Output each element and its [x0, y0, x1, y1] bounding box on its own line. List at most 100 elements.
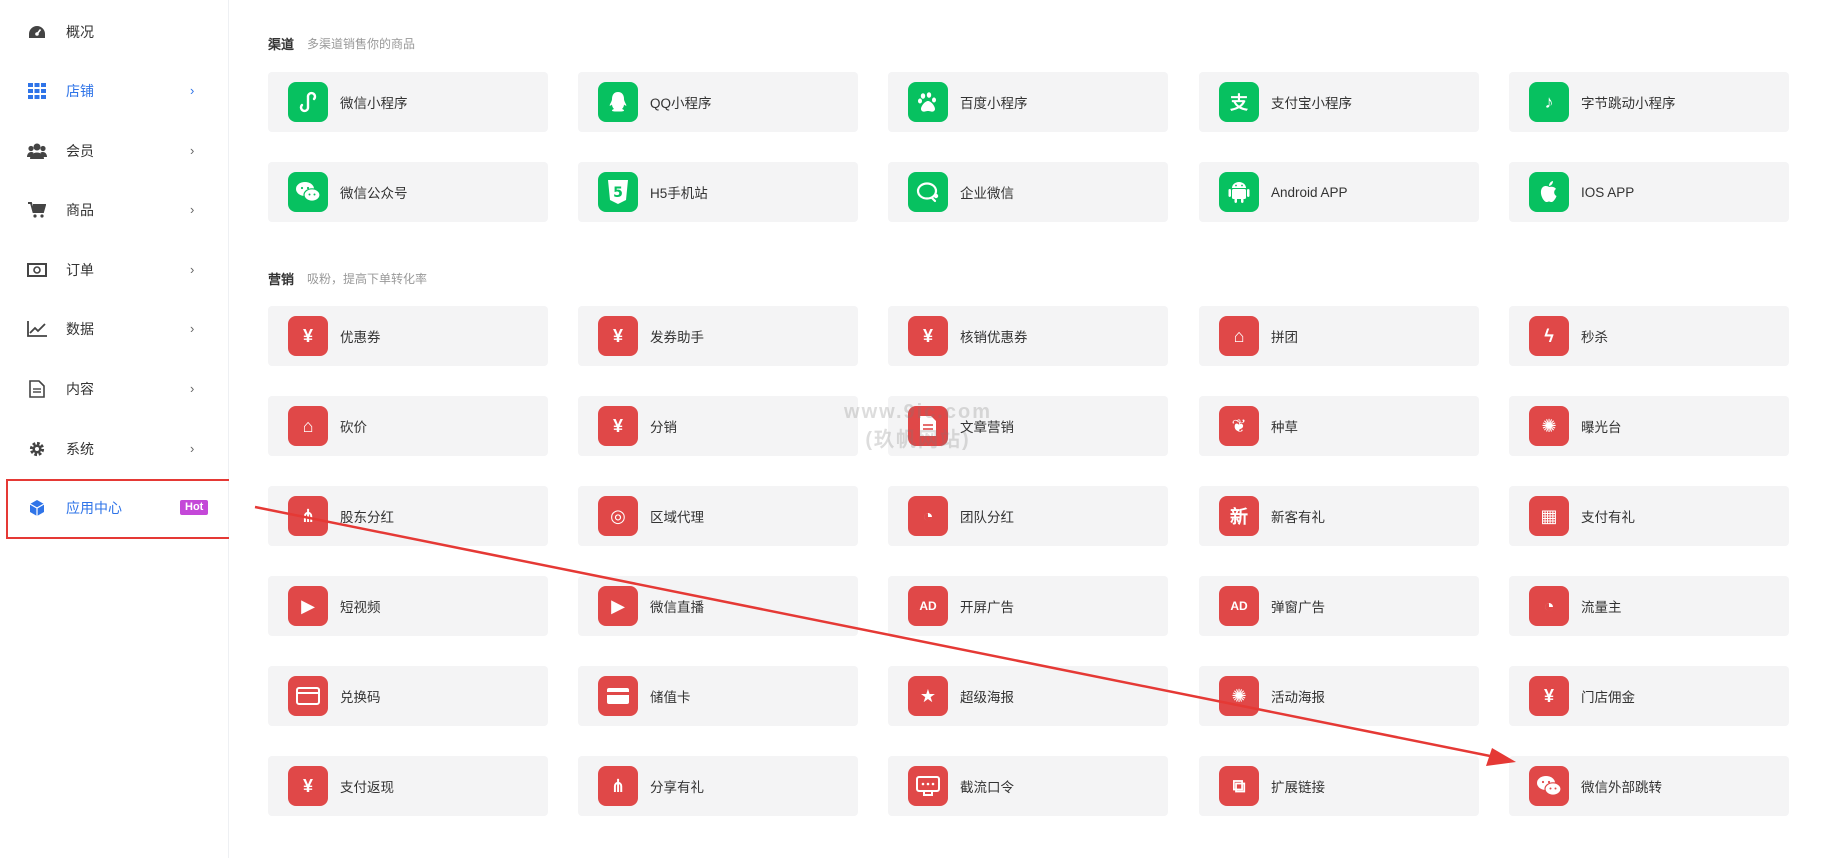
- app-card-shareholder-dividend[interactable]: ⋔ 股东分红: [268, 486, 548, 546]
- coupon-icon: ¥: [288, 316, 328, 356]
- app-card-label: 扩展链接: [1271, 780, 1325, 795]
- apple-icon: [1529, 172, 1569, 212]
- users-icon: [26, 140, 48, 162]
- app-card-seeding[interactable]: ❦ 种草: [1199, 396, 1479, 456]
- app-card-regional-agent[interactable]: ◎ 区域代理: [578, 486, 858, 546]
- qq-icon: [598, 82, 638, 122]
- html5-icon: 5: [598, 172, 638, 212]
- app-card-wechat-official-account[interactable]: 微信公众号: [268, 162, 548, 222]
- sidebar-item-label: 店铺: [66, 82, 94, 99]
- app-card-label: QQ小程序: [650, 96, 712, 111]
- app-card-label: 超级海报: [960, 690, 1014, 705]
- chevron-right-icon: ›: [190, 202, 195, 217]
- app-card-intercept-password[interactable]: 截流口令: [888, 756, 1168, 816]
- app-card-flash-sale[interactable]: ϟ 秒杀: [1509, 306, 1789, 366]
- chevron-right-icon: ›: [190, 381, 195, 396]
- app-card-super-poster[interactable]: ★ 超级海报: [888, 666, 1168, 726]
- app-card-bargain[interactable]: ⌂ 砍价: [268, 396, 548, 456]
- app-card-payment-cashback[interactable]: ¥ 支付返现: [268, 756, 548, 816]
- app-card-popup-ad[interactable]: AD 弹窗广告: [1199, 576, 1479, 636]
- sidebar-item-store[interactable]: 店铺 ›: [0, 61, 228, 120]
- sidebar-item-orders[interactable]: 订单 ›: [0, 240, 228, 299]
- app-card-label: H5手机站: [650, 186, 708, 201]
- sidebar-item-label: 会员: [66, 142, 94, 159]
- app-card-group-buy[interactable]: ⌂ 拼团: [1199, 306, 1479, 366]
- app-card-label: 核销优惠券: [960, 330, 1028, 345]
- sprout-icon: ❦: [1219, 406, 1259, 446]
- app-card-coupon[interactable]: ¥ 优惠券: [268, 306, 548, 366]
- grid-icon: [26, 80, 48, 102]
- app-card-payment-gift[interactable]: ▦ 支付有礼: [1509, 486, 1789, 546]
- app-card-redeem-code[interactable]: 兑换码: [268, 666, 548, 726]
- chevron-right-icon: ›: [190, 441, 195, 456]
- app-card-alipay-mini-program[interactable]: 支 支付宝小程序: [1199, 72, 1479, 132]
- sidebar-item-system[interactable]: 系统 ›: [0, 419, 228, 478]
- money-icon: [26, 259, 48, 281]
- app-card-share-gift[interactable]: ⋔ 分享有礼: [578, 756, 858, 816]
- flash-icon: ϟ: [1529, 316, 1569, 356]
- video-icon: ▶: [288, 586, 328, 626]
- app-card-team-dividend[interactable]: ◔ 团队分红: [888, 486, 1168, 546]
- app-card-wechat-external-jump[interactable]: 微信外部跳转: [1509, 756, 1789, 816]
- app-card-h5-mobile-site[interactable]: 5 H5手机站: [578, 162, 858, 222]
- app-card-label: 支付有礼: [1581, 510, 1635, 525]
- app-card-verify-coupon[interactable]: ¥ 核销优惠券: [888, 306, 1168, 366]
- coupon-send-icon: ¥: [598, 316, 638, 356]
- money-bag-icon: ¥: [598, 406, 638, 446]
- app-card-label: 优惠券: [340, 330, 381, 345]
- ad-popup-icon: AD: [1219, 586, 1259, 626]
- app-card-exposure[interactable]: ✺ 曝光台: [1509, 396, 1789, 456]
- app-card-stored-value-card[interactable]: 储值卡: [578, 666, 858, 726]
- app-card-splash-ad[interactable]: AD 开屏广告: [888, 576, 1168, 636]
- app-card-label: 团队分红: [960, 510, 1014, 525]
- app-card-wecom[interactable]: 企业微信: [888, 162, 1168, 222]
- sidebar-item-products[interactable]: 商品 ›: [0, 180, 228, 239]
- gear-icon: [26, 438, 48, 460]
- app-card-label: 微信直播: [650, 600, 704, 615]
- app-card-label: 微信小程序: [340, 96, 408, 111]
- sidebar-item-label: 商品: [66, 201, 94, 218]
- app-card-label: 截流口令: [960, 780, 1014, 795]
- app-card-ios-app[interactable]: IOS APP: [1509, 162, 1789, 222]
- app-card-label: 流量主: [1581, 600, 1622, 615]
- app-card-label: 区域代理: [650, 510, 704, 525]
- mini-program-icon: [288, 82, 328, 122]
- app-card-coupon-assistant[interactable]: ¥ 发券助手: [578, 306, 858, 366]
- sidebar-item-label: 内容: [66, 380, 94, 397]
- app-card-label: 发券助手: [650, 330, 704, 345]
- app-card-label: 储值卡: [650, 690, 691, 705]
- app-card-wechat-mini-program[interactable]: 微信小程序: [268, 72, 548, 132]
- cashback-icon: ¥: [288, 766, 328, 806]
- tiktok-icon: ♪: [1529, 82, 1569, 122]
- app-card-extended-link[interactable]: ⧉ 扩展链接: [1199, 756, 1479, 816]
- app-card-label: 微信公众号: [340, 186, 408, 201]
- share-gift-icon: ⋔: [598, 766, 638, 806]
- sidebar-item-overview[interactable]: 概况: [0, 2, 228, 61]
- app-card-label: 支付返现: [340, 780, 394, 795]
- sidebar-item-label: 订单: [66, 261, 94, 278]
- app-card-label: 百度小程序: [960, 96, 1028, 111]
- app-card-label: 字节跳动小程序: [1581, 96, 1676, 111]
- app-card-android-app[interactable]: Android APP: [1199, 162, 1479, 222]
- app-card-new-customer-gift[interactable]: 新 新客有礼: [1199, 486, 1479, 546]
- app-card-label: 拼团: [1271, 330, 1298, 345]
- wecom-icon: [908, 172, 948, 212]
- app-card-traffic-master[interactable]: ◔ 流量主: [1509, 576, 1789, 636]
- link-icon: ⧉: [1219, 766, 1259, 806]
- sidebar-item-content[interactable]: 内容 ›: [0, 359, 228, 418]
- sidebar: 概况 店铺 › 会员 › 商品 › 订单 › 数据 › 内容 › 系统 › 应用…: [0, 0, 229, 858]
- app-card-wechat-live[interactable]: ▶ 微信直播: [578, 576, 858, 636]
- app-card-baidu-mini-program[interactable]: 百度小程序: [888, 72, 1168, 132]
- sidebar-item-members[interactable]: 会员 ›: [0, 121, 228, 180]
- app-card-qq-mini-program[interactable]: QQ小程序: [578, 72, 858, 132]
- app-card-event-poster[interactable]: ✺ 活动海报: [1199, 666, 1479, 726]
- app-card-label: 开屏广告: [960, 600, 1014, 615]
- app-card-store-commission[interactable]: ¥ 门店佣金: [1509, 666, 1789, 726]
- section-title-marketing: 营销: [268, 272, 295, 287]
- app-card-short-video[interactable]: ▶ 短视频: [268, 576, 548, 636]
- app-card-bytedance-mini-program[interactable]: ♪ 字节跳动小程序: [1509, 72, 1789, 132]
- watermark-line-1: www.9ic.com: [844, 401, 992, 423]
- watermark-line-2: (玖帆网站): [865, 429, 971, 451]
- document-icon: [26, 378, 48, 400]
- sidebar-item-data[interactable]: 数据 ›: [0, 299, 228, 358]
